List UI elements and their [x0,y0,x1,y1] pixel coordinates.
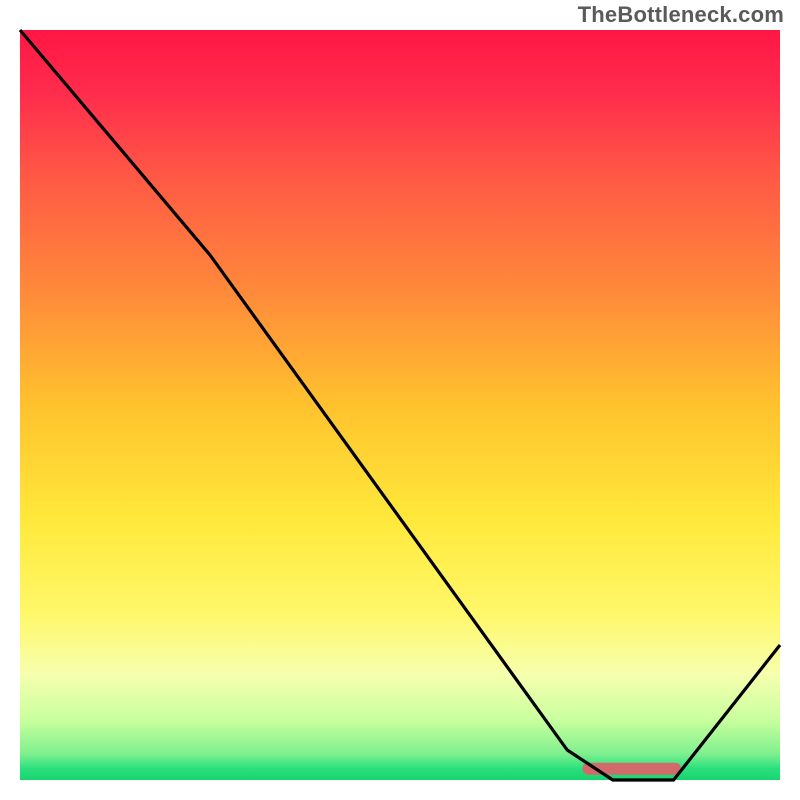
bottleneck-chart [0,0,800,800]
chart-stage: TheBottleneck.com [0,0,800,800]
plot-background [20,30,780,780]
